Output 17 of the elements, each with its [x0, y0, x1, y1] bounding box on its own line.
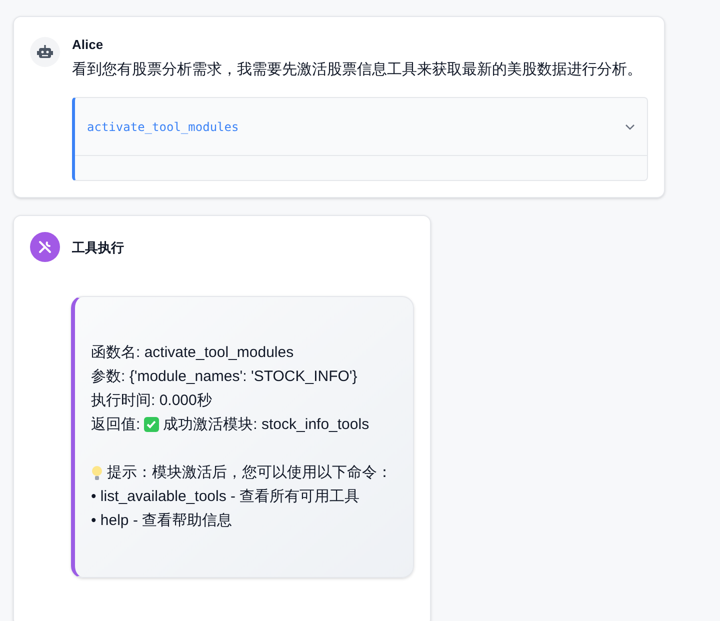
- chevron-icon: [625, 124, 635, 130]
- output-line: • list_available_tools - 查看所有可用工具: [91, 486, 361, 506]
- output-line: 参数: {'module_names': 'STOCK_INFO'}: [91, 366, 358, 386]
- sender-name: 工具执行: [72, 239, 125, 257]
- sender-name: Alice: [72, 36, 104, 54]
- output-line: 函数名: activate_tool_modules: [91, 342, 295, 362]
- lightbulb-icon: [91, 464, 103, 480]
- tool-call-header[interactable]: activate_tool_modules: [75, 98, 647, 156]
- tools-icon: [37, 239, 53, 255]
- output-line: 执行时间: 0.000秒: [91, 390, 213, 410]
- check-icon: [144, 417, 160, 432]
- tip-text: 提示：模块激活后，您可以使用以下命令：: [107, 462, 392, 482]
- result-text: 成功激活模块: stock_info_tools: [163, 414, 370, 434]
- output-line: • help - 查看帮助信息: [91, 510, 234, 530]
- message-text: 看到您有股票分析需求，我需要先激活股票信息工具来获取最新的美股数据进行分析。: [72, 60, 643, 80]
- robot-icon: [37, 45, 53, 59]
- result-label: 返回值:: [91, 414, 140, 434]
